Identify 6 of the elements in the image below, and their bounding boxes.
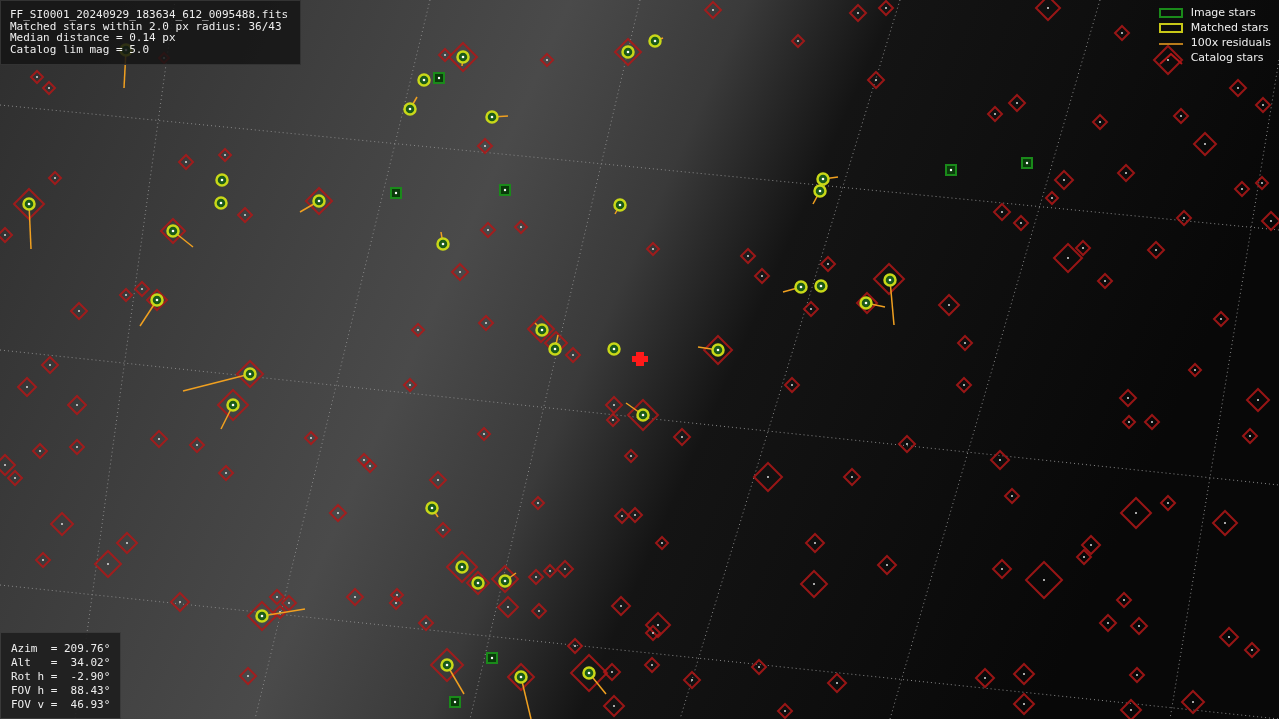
legend-label: Matched stars <box>1190 20 1269 37</box>
legend-label: Image stars <box>1190 5 1256 22</box>
pointing-panel: Azim = 209.76° Alt = 34.02° Rot h = -2.90° FOV h = 88.43° FOV v = 46.93° <box>0 632 122 719</box>
legend-label: 100x residuals <box>1190 35 1271 52</box>
info-panel: FF_SI0001_20240929_183634_612_0095488.fits Matched stars within 2.0 px radius: 36/43 Median distance = 0.14 px Catalog lim mag = 5.0 <box>0 0 302 65</box>
legend-label: Catalog stars <box>1190 50 1264 67</box>
